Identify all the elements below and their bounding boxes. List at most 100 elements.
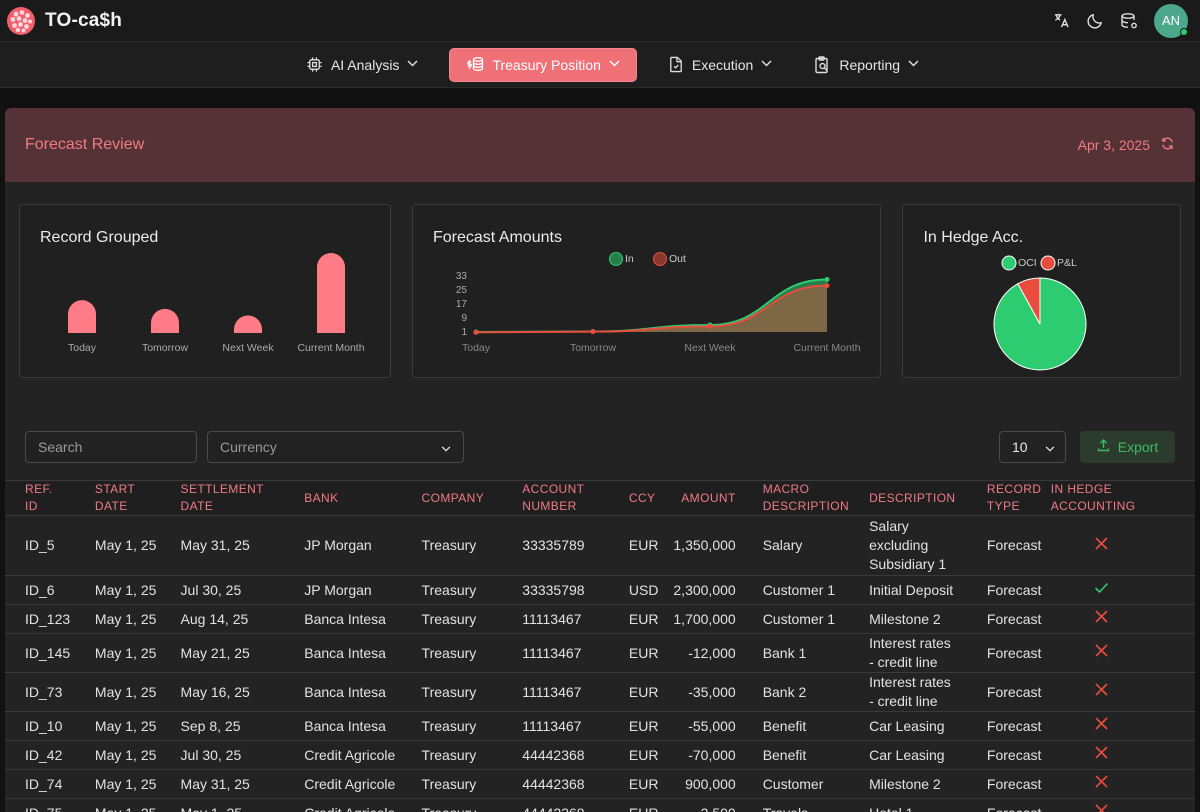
area-out: [476, 285, 827, 333]
table-row[interactable]: ID_145 May 1, 25 May 21, 25 Banca Intesa Tre…: [5, 633, 1195, 673]
col-ccy[interactable]: CCY: [608, 480, 663, 516]
col-company[interactable]: COMPANY: [401, 480, 503, 516]
search-input[interactable]: Search: [25, 430, 197, 463]
cell-company: Treasury: [401, 711, 503, 741]
currency-placeholder: Currency: [220, 438, 277, 455]
cell-start: May 1, 25: [74, 798, 161, 812]
nav-treasury-position[interactable]: Treasury Position: [450, 48, 636, 81]
cell-desc: Milestone 2: [849, 769, 967, 799]
cell-type: Forecast: [966, 769, 1051, 799]
cell-bank: Credit Agricole: [284, 798, 402, 812]
moon-icon[interactable]: [1086, 12, 1104, 30]
cell-account: 11113467: [502, 672, 609, 712]
currency-select[interactable]: Currency: [207, 430, 464, 463]
point-out[interactable]: [707, 323, 713, 329]
cell-id: ID_5: [5, 515, 75, 576]
cell-hedge: [1050, 633, 1195, 673]
table-row[interactable]: ID_5 May 1, 25 May 31, 25 JP Morgan Treasury…: [5, 515, 1195, 576]
main-nav: AI Analysis Treasury Position Execution …: [0, 42, 1200, 88]
col-description[interactable]: DESCRIPTION: [849, 480, 967, 516]
cell-settle: May 31, 25: [160, 515, 285, 576]
table-row[interactable]: ID_42 May 1, 25 Jul 30, 25 Credit Agricole T…: [5, 740, 1195, 770]
cell-bank: Banca Intesa: [284, 604, 402, 634]
brand[interactable]: TO-ca$h: [6, 6, 122, 36]
cell-macro: Bank 1: [735, 633, 850, 673]
database-settings-icon[interactable]: [1120, 12, 1138, 30]
logo-icon: [7, 6, 35, 35]
page-title: Forecast Review: [25, 136, 145, 153]
table-row[interactable]: ID_6 May 1, 25 Jul 30, 25 JP Morgan Treasury…: [5, 575, 1195, 605]
cell-company: Treasury: [401, 740, 503, 770]
refresh-icon[interactable]: [1160, 136, 1175, 154]
cell-macro: Benefit: [735, 711, 850, 741]
cell-start: May 1, 25: [74, 711, 161, 741]
cell-desc: Hotel 1: [849, 798, 967, 812]
cell-company: Treasury: [401, 672, 503, 712]
col-ref-id[interactable]: REF. ID: [5, 480, 75, 516]
cell-company: Treasury: [401, 575, 503, 605]
bar-next-week[interactable]: [234, 315, 262, 333]
cell-type: Forecast: [966, 711, 1051, 741]
file-icon: [670, 56, 682, 73]
forecast-date: Apr 3, 2025: [1078, 136, 1175, 154]
col-settlement-date[interactable]: SETTLEMENT DATE: [160, 480, 285, 516]
cell-account: 33335789: [502, 515, 609, 576]
avatar[interactable]: AN: [1154, 3, 1188, 38]
cell-start: May 1, 25: [74, 604, 161, 634]
col-start-date[interactable]: START DATE: [74, 480, 161, 516]
x-tick-label: Current Month: [793, 342, 860, 354]
table-row[interactable]: ID_75May 1, 25May 1, 25Credit AgricoleTr…: [5, 798, 1195, 812]
close-icon: [1095, 746, 1108, 759]
cell-id: ID_73: [5, 672, 75, 712]
cell-start: May 1, 25: [74, 672, 161, 712]
nav-execution[interactable]: Execution: [658, 49, 782, 81]
col-in-hedge-accounting[interactable]: IN HEDGE ACCOUNTING: [1050, 480, 1195, 516]
point-out[interactable]: [473, 329, 479, 335]
cell-desc: Interest rates - credit line: [849, 672, 967, 712]
bar-current-month[interactable]: [317, 253, 345, 333]
col-bank[interactable]: BANK: [284, 480, 402, 516]
bar-label: Today: [68, 342, 97, 354]
cell-bank: Banca Intesa: [284, 672, 402, 712]
cell-amount: -35,000: [662, 672, 736, 712]
cell-company: Treasury: [401, 633, 503, 673]
legend-swatch: [1040, 255, 1056, 271]
export-button[interactable]: Export: [1080, 430, 1175, 463]
cell-company: Treasury: [401, 604, 503, 634]
col-account-number[interactable]: ACCOUNT NUMBER: [502, 480, 609, 516]
nav-treasury-position-label: Treasury Position: [492, 56, 601, 73]
cell-desc: Car Leasing: [849, 740, 967, 770]
online-status-dot: [1180, 27, 1188, 36]
bar-label: Next Week: [222, 342, 274, 354]
forecast-amounts-card: Forecast Amounts 1 9 17 25 33 Today Tomorrow Ne…: [412, 204, 882, 378]
cell-id: ID_42: [5, 740, 75, 770]
avatar-initials: AN: [1161, 13, 1181, 28]
page-size-select[interactable]: 10: [999, 430, 1066, 463]
cell-hedge: [1050, 672, 1195, 712]
cell-type: Forecast: [966, 515, 1051, 576]
nav-reporting[interactable]: Reporting: [804, 49, 929, 81]
point-in[interactable]: [824, 277, 830, 282]
table-row[interactable]: ID_10 May 1, 25 Sep 8, 25 Banca Intesa Treas…: [5, 711, 1195, 741]
bar-tomorrow[interactable]: [151, 308, 179, 333]
check-icon: [1095, 582, 1109, 594]
close-icon: [1095, 610, 1108, 623]
point-out[interactable]: [824, 283, 830, 289]
table-row[interactable]: ID_123 May 1, 25 Aug 14, 25 Banca Intesa Tre…: [5, 604, 1195, 634]
y-tick-label: 25: [456, 285, 468, 296]
bar-today[interactable]: [68, 300, 96, 333]
nav-ai-analysis[interactable]: AI Analysis: [296, 49, 428, 81]
legend-swatch: [1001, 255, 1017, 271]
translate-icon[interactable]: [1052, 12, 1070, 30]
table-row[interactable]: ID_73 May 1, 25 May 16, 25 Banca Intesa Trea…: [5, 672, 1195, 712]
cell-macro: Bank 2: [735, 672, 850, 712]
col-record-type[interactable]: RECORD TYPE: [966, 480, 1051, 516]
point-out[interactable]: [590, 329, 596, 335]
cell-account: 11113467: [502, 633, 609, 673]
table-row[interactable]: ID_74 May 1, 25 May 31, 25 Credit Agricole T…: [5, 769, 1195, 799]
cell-hedge: [1050, 769, 1195, 799]
col-amount[interactable]: AMOUNT: [662, 480, 736, 516]
cell-macro: Customer: [735, 769, 850, 799]
cell-macro: Customer 1: [735, 575, 850, 605]
col-macro-description[interactable]: MACRO DESCRIPTION: [735, 480, 850, 516]
